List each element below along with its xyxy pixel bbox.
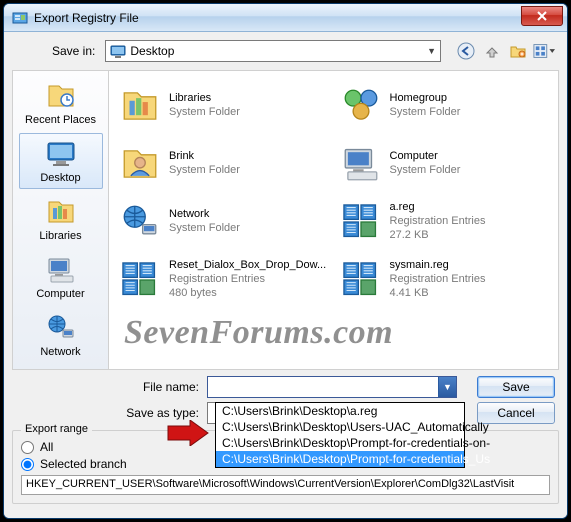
file-item[interactable]: Computer System Folder [338, 137, 551, 191]
places-bar: Recent Places Desktop Libraries Computer Net… [13, 71, 109, 369]
back-icon[interactable] [455, 40, 477, 62]
places-item-label: Computer [20, 288, 102, 300]
user-icon [119, 143, 161, 185]
recent-icon [45, 80, 77, 112]
places-item-label: Libraries [20, 230, 102, 242]
places-item-libraries[interactable]: Libraries [19, 191, 103, 247]
network-icon [119, 201, 161, 243]
file-item[interactable]: a.reg Registration Entries27.2 KB [338, 195, 551, 249]
lower-panel: File name: ▼ Save Save as type: Cancel C… [12, 376, 559, 424]
new-folder-icon[interactable] [507, 40, 529, 62]
desktop-icon [110, 43, 126, 59]
file-meta2: 480 bytes [169, 287, 326, 301]
file-meta: System Folder [390, 164, 461, 178]
file-meta2: 27.2 KB [390, 229, 486, 243]
places-item-desktop[interactable]: Desktop [19, 133, 103, 189]
file-item[interactable]: Libraries System Folder [117, 79, 330, 133]
up-icon[interactable] [481, 40, 503, 62]
file-meta: Registration Entries [169, 273, 326, 287]
file-item[interactable]: Network System Folder [117, 195, 330, 249]
titlebar: Export Registry File [4, 4, 567, 32]
reg-icon [340, 259, 382, 301]
save-in-combo[interactable]: Desktop [105, 40, 441, 62]
export-registry-dialog: Export Registry File Save in: Desktop Re… [3, 3, 568, 519]
export-range-legend: Export range [21, 423, 92, 435]
reg-icon [340, 201, 382, 243]
save-in-bar: Save in: Desktop [12, 38, 559, 68]
file-name: Homegroup [390, 92, 461, 106]
file-name: Libraries [169, 92, 240, 106]
libraries-icon [119, 85, 161, 127]
history-option[interactable]: C:\Users\Brink\Desktop\Users-UAC_Automat… [216, 419, 464, 435]
network-icon [45, 312, 77, 344]
libraries-icon [45, 196, 77, 228]
save-in-label: Save in: [52, 44, 95, 58]
window-title: Export Registry File [34, 11, 521, 25]
file-item[interactable]: Reset_Dialox_Box_Drop_Dow... Registratio… [117, 253, 330, 307]
history-option[interactable]: C:\Users\Brink\Desktop\a.reg [216, 403, 464, 419]
file-name: a.reg [390, 201, 486, 215]
reg-icon [119, 259, 161, 301]
file-meta: System Folder [169, 106, 240, 120]
view-menu-icon[interactable] [533, 40, 555, 62]
branch-path-field[interactable]: HKEY_CURRENT_USER\Software\Microsoft\Win… [21, 475, 550, 495]
filename-label: File name: [112, 380, 207, 394]
desktop-icon [45, 138, 77, 170]
filename-input[interactable] [208, 380, 438, 394]
file-name: Computer [390, 150, 461, 164]
save-in-value: Desktop [130, 44, 174, 58]
close-button[interactable] [521, 6, 563, 26]
places-item-label: Recent Places [20, 114, 102, 126]
save-as-type-label: Save as type: [112, 406, 207, 420]
file-item[interactable]: Homegroup System Folder [338, 79, 551, 133]
places-item-recent-places[interactable]: Recent Places [19, 75, 103, 131]
file-meta2: 4.41 KB [390, 287, 486, 301]
homegroup-icon [340, 85, 382, 127]
file-meta: Registration Entries [390, 273, 486, 287]
file-item[interactable]: Brink System Folder [117, 137, 330, 191]
file-name: Reset_Dialox_Box_Drop_Dow... [169, 259, 326, 273]
radio-selected-label: Selected branch [40, 457, 127, 471]
regedit-icon [12, 10, 28, 26]
file-name: Brink [169, 150, 240, 164]
file-meta: System Folder [390, 106, 461, 120]
history-option[interactable]: C:\Users\Brink\Desktop\Prompt-for-creden… [216, 451, 464, 467]
main-area: Recent Places Desktop Libraries Computer Net… [12, 70, 559, 370]
computer-icon [340, 143, 382, 185]
computer-icon [45, 254, 77, 286]
radio-all-label: All [40, 440, 53, 454]
history-option[interactable]: C:\Users\Brink\Desktop\Prompt-for-creden… [216, 435, 464, 451]
file-list[interactable]: Libraries System Folder Homegroup System… [109, 71, 558, 369]
filename-history-dropdown[interactable]: C:\Users\Brink\Desktop\a.regC:\Users\Bri… [215, 402, 465, 468]
radio-selected-input[interactable] [21, 458, 34, 471]
places-item-label: Desktop [20, 172, 102, 184]
places-item-label: Network [20, 346, 102, 358]
places-item-network[interactable]: Network [19, 307, 103, 363]
places-item-computer[interactable]: Computer [19, 249, 103, 305]
dialog-body: Save in: Desktop Recent Places Desktop Lib… [4, 32, 567, 518]
radio-all-input[interactable] [21, 441, 34, 454]
toolbar-icons [455, 40, 555, 62]
filename-combo[interactable]: ▼ [207, 376, 457, 398]
file-item[interactable]: sysmain.reg Registration Entries4.41 KB [338, 253, 551, 307]
file-meta: Registration Entries [390, 215, 486, 229]
file-meta: System Folder [169, 164, 240, 178]
save-button[interactable]: Save [477, 376, 555, 398]
file-meta: System Folder [169, 222, 240, 236]
filename-dropdown-arrow[interactable]: ▼ [438, 377, 456, 397]
file-name: sysmain.reg [390, 259, 486, 273]
file-name: Network [169, 208, 240, 222]
